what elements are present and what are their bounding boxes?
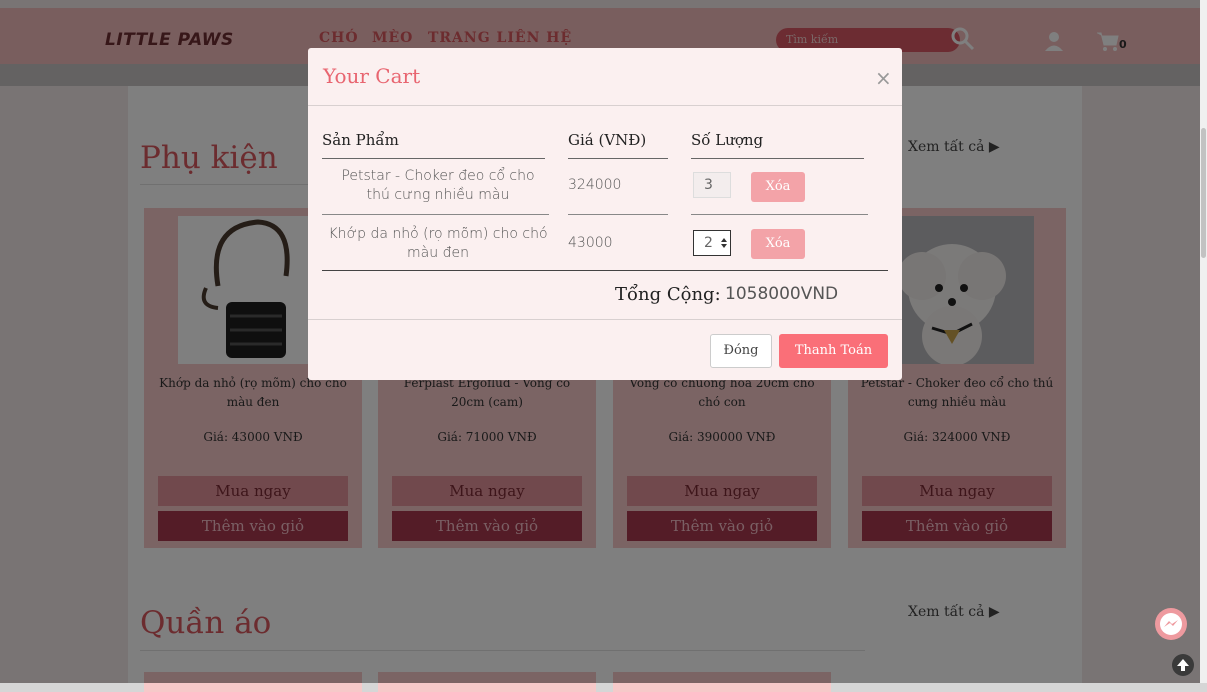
quantity-value[interactable]: 2 [704, 235, 713, 251]
scrollbar-thumb[interactable] [1201, 128, 1206, 258]
modal-footer-divider [308, 319, 902, 320]
divider [568, 158, 668, 159]
total-value: 1058000VND [725, 284, 839, 304]
quantity-input[interactable]: 3 [693, 172, 731, 198]
column-header-quantity: Số Lượng [691, 131, 764, 149]
modal-header-divider [308, 105, 902, 106]
divider [691, 214, 868, 215]
cart-modal: Your Cart × Sản Phẩm Giá (VNĐ) Số Lượng … [308, 48, 902, 380]
divider [691, 158, 864, 159]
divider [322, 270, 888, 271]
scrollbar[interactable] [1200, 0, 1207, 683]
divider [322, 158, 545, 159]
delete-item-button[interactable]: Xóa [751, 229, 805, 259]
checkout-button[interactable]: Thanh Toán [779, 334, 888, 368]
cart-item-name: Petstar - Choker đeo cổ cho thú cưng nhi… [341, 168, 535, 203]
cart-item-price: 324000 [568, 177, 622, 193]
messenger-icon[interactable] [1155, 608, 1187, 640]
divider [568, 214, 668, 215]
spinner-icon[interactable] [720, 237, 728, 249]
column-header-price: Giá (VNĐ) [568, 131, 647, 149]
column-header-product: Sản Phẩm [322, 131, 399, 149]
arrow-up-icon[interactable] [1172, 654, 1194, 676]
delete-item-button[interactable]: Xóa [751, 172, 805, 202]
divider [322, 214, 549, 215]
total-label: Tổng Cộng: [615, 284, 721, 305]
cart-item-name: Khớp da nhỏ (rọ mõm) cho chó màu đen [328, 226, 548, 261]
modal-title: Your Cart [323, 64, 421, 88]
close-icon[interactable]: × [875, 66, 892, 90]
cart-item-price: 43000 [568, 235, 613, 251]
quantity-stepper[interactable]: 2 [693, 230, 731, 256]
close-button[interactable]: Đóng [710, 334, 772, 368]
